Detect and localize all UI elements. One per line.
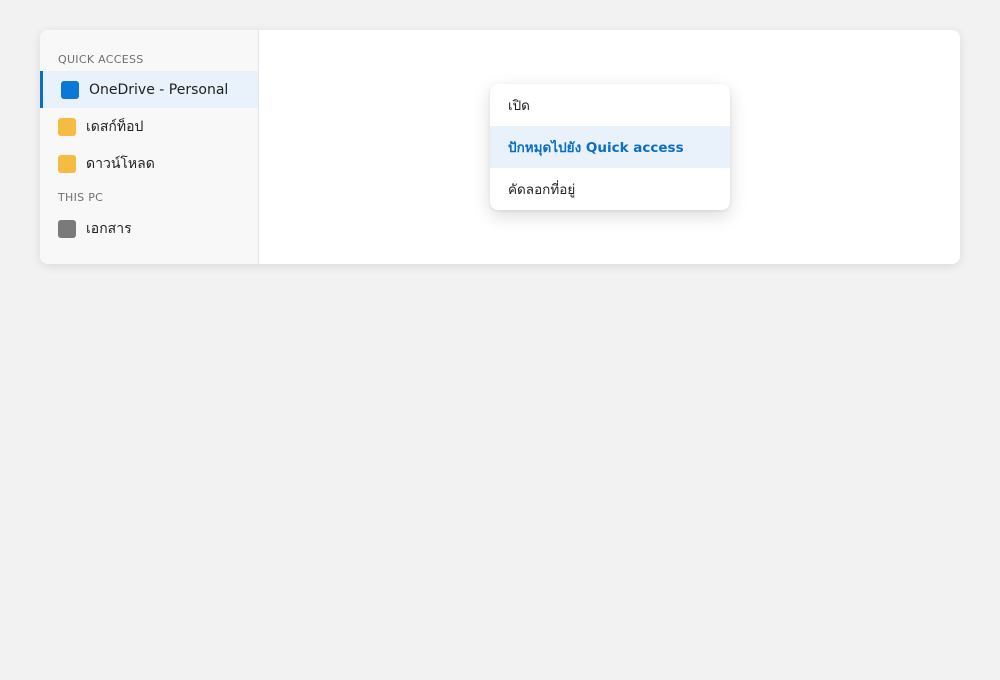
context-menu: เปิด ปักหมุดไปยัง Quick access คัดลอกที่… [490, 84, 730, 210]
menu-item-copy-path[interactable]: คัดลอกที่อยู่ [490, 168, 730, 210]
menu-item-open[interactable]: เปิด [490, 84, 730, 126]
sidebar-item-desktop[interactable]: เดสก์ท็อป [40, 108, 258, 145]
documents-icon [58, 219, 76, 238]
menu-item-pin-to-quick-access[interactable]: ปักหมุดไปยัง Quick access [490, 126, 730, 168]
quick-access-heading: QUICK ACCESS [58, 53, 144, 66]
folder-icon [58, 117, 76, 136]
sidebar-item-label: OneDrive - Personal [89, 81, 229, 98]
sidebar-item-label: เดสก์ท็อป [86, 118, 144, 135]
sidebar-item-documents[interactable]: เอกสาร [40, 210, 258, 247]
folder-icon [58, 154, 76, 173]
sidebar-item-label: ดาวน์โหลด [86, 155, 155, 172]
this-pc-heading: THIS PC [58, 191, 104, 204]
sidebar-item-downloads[interactable]: ดาวน์โหลด [40, 145, 258, 182]
navigation-sidebar: QUICK ACCESS OneDrive - Personal เดสก์ท็… [40, 30, 259, 264]
sidebar-item-label: เอกสาร [86, 220, 132, 237]
onedrive-icon [61, 80, 79, 99]
sidebar-item-onedrive-personal[interactable]: OneDrive - Personal [40, 71, 258, 108]
